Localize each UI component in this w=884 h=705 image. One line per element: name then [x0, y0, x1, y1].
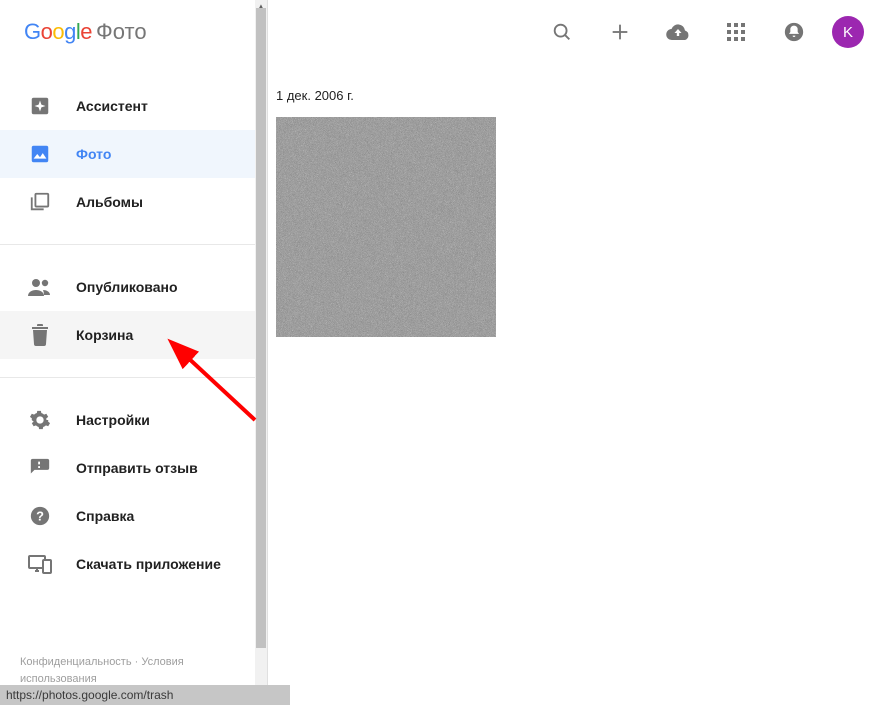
date-header: 1 дек. 2006 г. — [276, 88, 884, 103]
sidebar-item-label: Ассистент — [76, 98, 148, 114]
scrollbar-thumb[interactable] — [256, 8, 266, 648]
cloud-upload-icon — [665, 22, 691, 42]
avatar-letter: K — [843, 24, 853, 41]
notifications-button[interactable] — [774, 12, 814, 52]
sidebar-item-trash[interactable]: Корзина — [0, 311, 267, 359]
trash-icon — [28, 323, 52, 347]
sidebar-item-feedback[interactable]: Отправить отзыв — [0, 444, 267, 492]
sidebar-item-label: Скачать приложение — [76, 556, 221, 572]
bell-icon — [783, 21, 805, 43]
photo-thumbnail[interactable] — [276, 117, 496, 337]
google-logo: Google — [24, 19, 92, 45]
plus-icon — [609, 21, 631, 43]
nav-group-secondary: Опубликовано Корзина — [0, 245, 267, 359]
sidebar-item-label: Корзина — [76, 327, 133, 343]
upload-button[interactable] — [658, 12, 698, 52]
sidebar-item-shared[interactable]: Опубликовано — [0, 263, 267, 311]
search-button[interactable] — [542, 12, 582, 52]
avatar[interactable]: K — [832, 16, 864, 48]
apps-button[interactable] — [716, 12, 756, 52]
sidebar-item-label: Настройки — [76, 412, 150, 428]
sidebar-item-label: Отправить отзыв — [76, 460, 198, 476]
sidebar-item-label: Опубликовано — [76, 279, 178, 295]
nav-group-settings: Настройки Отправить отзыв ? Справка Скач… — [0, 378, 267, 588]
albums-icon — [28, 190, 52, 214]
devices-icon — [28, 552, 52, 576]
apps-grid-icon — [727, 23, 745, 41]
privacy-link[interactable]: Конфиденциальность — [20, 656, 132, 668]
sidebar-item-label: Справка — [76, 508, 134, 524]
sidebar-item-albums[interactable]: Альбомы — [0, 178, 267, 226]
sidebar-item-label: Альбомы — [76, 194, 143, 210]
topbar: K — [268, 0, 884, 64]
people-icon — [28, 275, 52, 299]
sidebar-item-settings[interactable]: Настройки — [0, 396, 267, 444]
sidebar-item-download-app[interactable]: Скачать приложение — [0, 540, 267, 588]
feedback-icon — [28, 456, 52, 480]
status-bar: https://photos.google.com/trash — [0, 685, 290, 705]
logo[interactable]: Google Фото — [0, 0, 267, 64]
sidebar-footer: Конфиденциальность · Условия использован… — [20, 654, 247, 687]
app-name: Фото — [96, 19, 147, 45]
scrollbar[interactable]: ▲ ▼ — [255, 0, 267, 705]
gear-icon — [28, 408, 52, 432]
sidebar-item-photos[interactable]: Фото — [0, 130, 267, 178]
svg-text:?: ? — [36, 509, 44, 524]
main-content: K 1 дек. 2006 г. — [268, 0, 884, 705]
sidebar-item-label: Фото — [76, 146, 111, 162]
photo-icon — [28, 142, 52, 166]
sidebar-item-help[interactable]: ? Справка — [0, 492, 267, 540]
assistant-icon — [28, 94, 52, 118]
add-button[interactable] — [600, 12, 640, 52]
search-icon — [551, 21, 573, 43]
photo-grid: 1 дек. 2006 г. — [268, 64, 884, 337]
sidebar: Google Фото Ассистент Фото Аль — [0, 0, 268, 705]
help-icon: ? — [28, 504, 52, 528]
sidebar-item-assistant[interactable]: Ассистент — [0, 82, 267, 130]
nav-group-main: Ассистент Фото Альбомы — [0, 64, 267, 226]
